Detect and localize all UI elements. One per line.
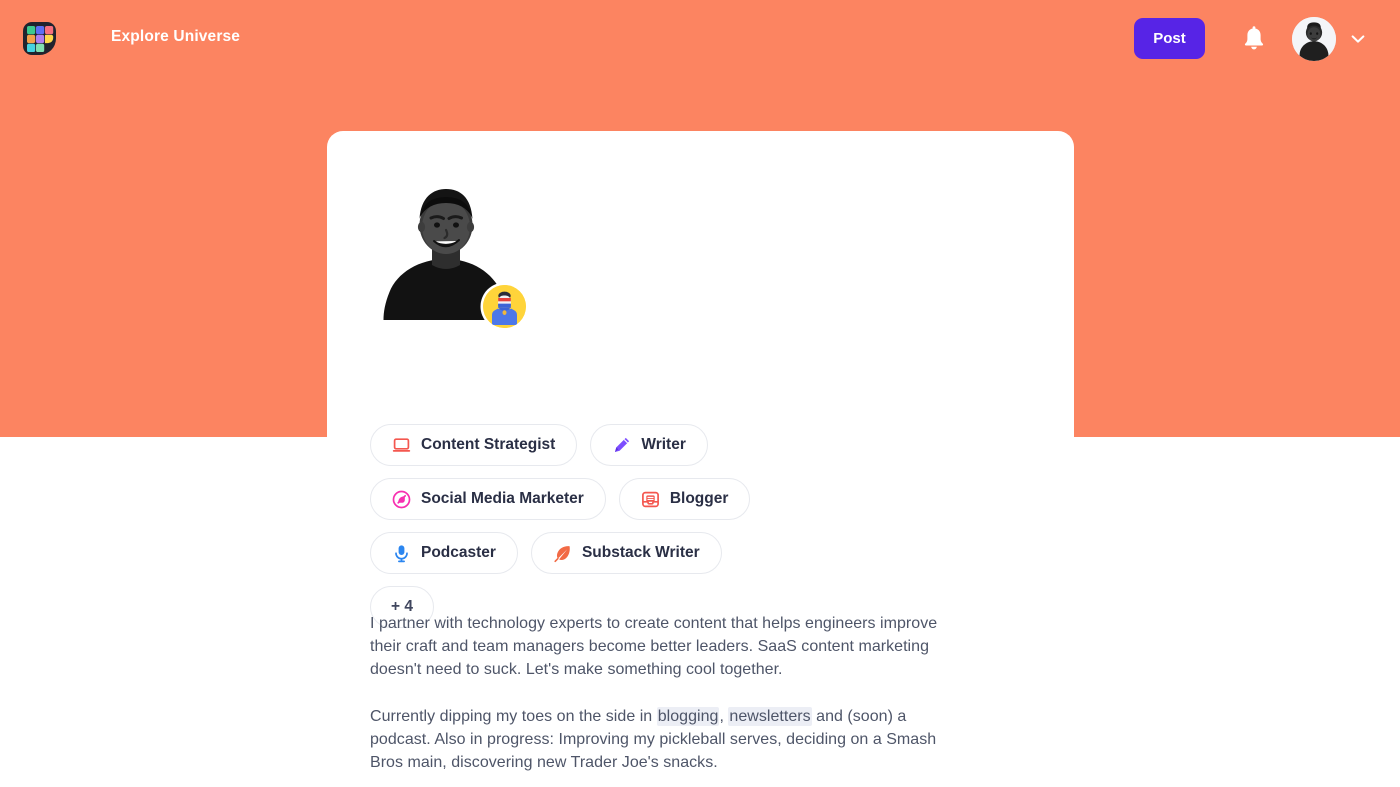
tag-pill-content-strategist[interactable]: Content Strategist [370, 424, 578, 466]
brand-title: Explore Universe [111, 28, 241, 45]
tag-pill-substack-writer[interactable]: Substack Writer [530, 532, 722, 574]
chevron-down-icon[interactable] [1348, 29, 1368, 49]
marker-pen-icon [612, 436, 631, 455]
grid-logo-icon[interactable] [20, 19, 59, 58]
tag-pill-podcaster[interactable]: Podcaster [370, 532, 518, 574]
profile-avatar-group[interactable] [371, 175, 526, 328]
avatar-badge-emoji [483, 285, 526, 328]
bio-highlight-blogging[interactable]: blogging [656, 706, 720, 726]
tag-label: Writer [641, 436, 686, 453]
avatar[interactable] [1292, 17, 1336, 61]
feather-quill-icon [553, 544, 572, 563]
bio-text-prefix: Currently dipping my toes on the side in [370, 707, 657, 725]
microphone-icon [392, 544, 411, 563]
bio-paragraph-1: I partner with technology experts to cre… [370, 615, 938, 679]
laptop-icon [392, 436, 411, 455]
tag-label: Substack Writer [581, 544, 700, 561]
profile-bio: I partner with technology experts to cre… [370, 612, 940, 774]
tag-label: Social Media Marketer [421, 490, 584, 507]
post-button[interactable]: Post [1134, 18, 1205, 59]
bell-icon[interactable] [1241, 25, 1267, 53]
bio-highlight-newsletters[interactable]: newsletters [728, 706, 812, 726]
tag-label: Content Strategist [421, 436, 556, 453]
tag-pill-blogger[interactable]: Blogger [618, 478, 751, 520]
tag-label: Podcaster [421, 544, 496, 561]
profile-tag-list: Content Strategist Writer Social Media M… [370, 424, 790, 628]
top-navigation-bar: Explore Universe Post [0, 0, 1400, 78]
inbox-mail-icon [641, 490, 660, 509]
tag-label: Blogger [669, 490, 729, 507]
bio-paragraph-2: Currently dipping my toes on the side in… [370, 705, 940, 775]
tag-pill-writer[interactable]: Writer [590, 424, 708, 466]
tag-pill-social-media-marketer[interactable]: Social Media Marketer [370, 478, 606, 520]
megaphone-target-icon [392, 490, 411, 509]
